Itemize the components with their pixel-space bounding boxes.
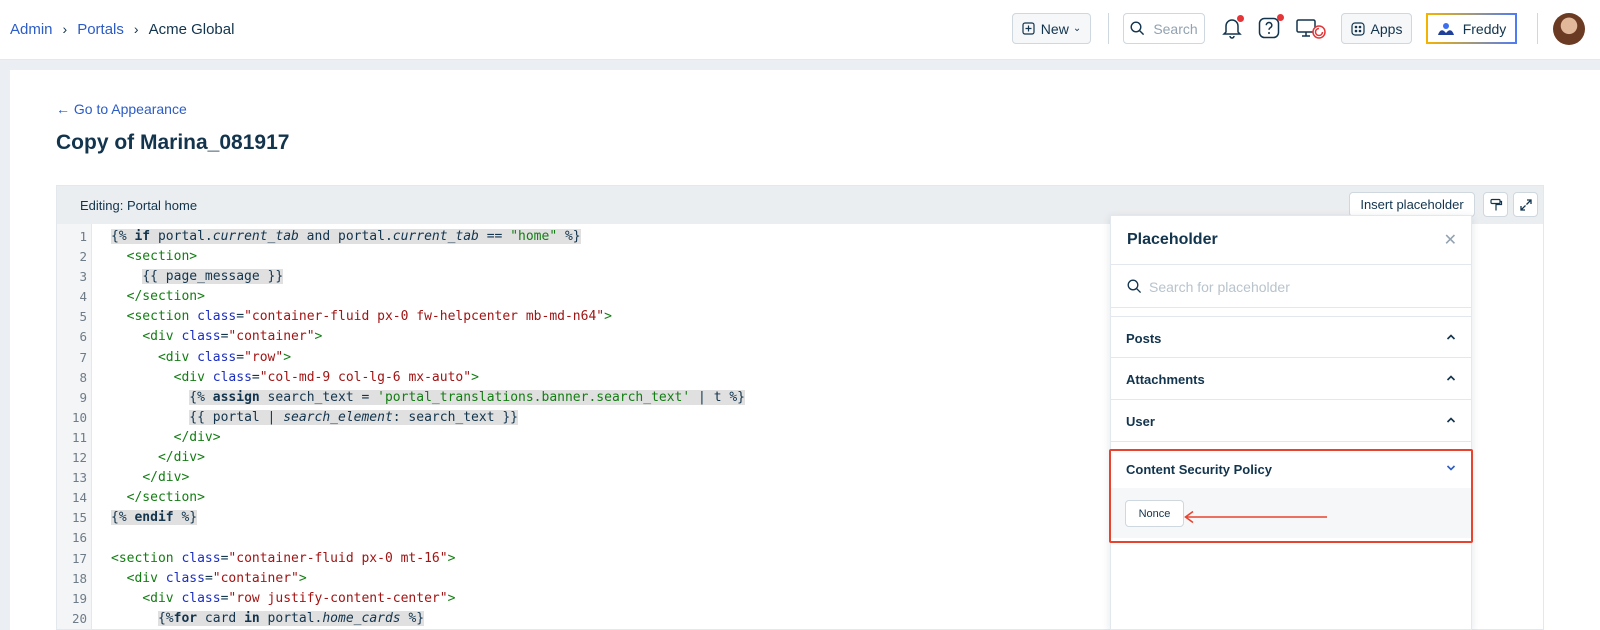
avatar[interactable] (1553, 13, 1585, 45)
section-label: Content Security Policy (1126, 462, 1272, 477)
line-number: 20 (71, 610, 87, 626)
page-title: Copy of Marina_081917 (56, 131, 290, 154)
divider (1537, 13, 1538, 44)
section-posts[interactable]: Posts (1111, 316, 1471, 358)
close-icon[interactable]: ✕ (1444, 230, 1457, 250)
search-placeholder: Search (1153, 20, 1198, 37)
expand-icon[interactable] (1513, 192, 1538, 217)
screen-status-icon[interactable] (1294, 14, 1328, 42)
line-number: 18 (71, 570, 87, 586)
line-number: 11 (71, 429, 87, 445)
section-label: Attachments (1126, 372, 1205, 387)
freddy-icon (1437, 22, 1454, 35)
apps-label: Apps (1370, 20, 1403, 37)
help-dot (1277, 14, 1284, 21)
line-number: 1 (79, 229, 87, 244)
plus-square-icon (1022, 22, 1035, 35)
paint-roller-icon[interactable] (1483, 192, 1508, 217)
line-number: 9 (79, 389, 87, 405)
line-number: 7 (79, 349, 87, 365)
placeholder-panel-title: Placeholder (1127, 231, 1218, 248)
line-number: 19 (71, 590, 87, 606)
line-number: 12 (71, 450, 87, 466)
arrow-left-icon (1184, 510, 1327, 524)
line-number: 13 (71, 470, 87, 486)
line-number: 14 (71, 490, 87, 506)
search-icon (1127, 279, 1142, 294)
divider (1108, 13, 1109, 44)
line-number: 3 (79, 269, 87, 285)
help-icon[interactable] (1255, 14, 1284, 42)
chevron-up-icon (1446, 334, 1456, 340)
global-search[interactable]: Search (1123, 13, 1205, 44)
line-number: 5 (79, 309, 87, 325)
freddy-label: Freddy (1462, 20, 1507, 37)
section-attachments[interactable]: Attachments (1111, 358, 1471, 400)
line-number: 4 (79, 289, 87, 305)
line-number: 6 (79, 329, 87, 345)
section-label: User (1126, 414, 1155, 429)
placeholder-search (1111, 264, 1471, 308)
chevron-up-icon (1446, 417, 1456, 423)
breadcrumb: Admin › Portals › Acme Global (10, 0, 234, 58)
placeholder-search-input[interactable] (1149, 273, 1449, 301)
chevron-right-icon: › (133, 21, 139, 37)
line-number: 17 (71, 550, 87, 566)
notification-dot (1237, 15, 1244, 22)
chevron-right-icon: › (62, 21, 68, 37)
freddy-button[interactable]: Freddy (1426, 13, 1517, 44)
section-user[interactable]: User (1111, 400, 1471, 442)
chevron-down-icon (1446, 465, 1456, 471)
breadcrumb-portals[interactable]: Portals (77, 21, 124, 38)
line-number: 15 (71, 510, 87, 526)
section-label: Posts (1126, 331, 1162, 346)
top-bar: Admin › Portals › Acme Global New ⌄ Sear… (0, 0, 1600, 60)
line-number: 10 (71, 409, 87, 425)
breadcrumb-admin[interactable]: Admin (10, 21, 53, 38)
breadcrumb-current: Acme Global (148, 20, 235, 38)
line-number: 8 (79, 369, 87, 385)
line-number: 16 (71, 530, 87, 546)
new-button[interactable]: New ⌄ (1012, 13, 1091, 44)
nonce-button[interactable]: Nonce (1125, 500, 1184, 527)
chevron-up-icon (1446, 375, 1456, 381)
placeholder-panel: Placeholder ✕ Posts Attachments User Con… (1110, 215, 1472, 630)
line-number: 2 (79, 249, 87, 265)
notifications-bell-icon[interactable] (1218, 14, 1246, 42)
apps-grid-icon (1350, 21, 1365, 36)
section-content-security-policy[interactable]: Content Security Policy (1111, 448, 1471, 488)
go-to-appearance-link[interactable]: ← Go to Appearance (56, 101, 187, 117)
chevron-down-icon: ⌄ (1072, 23, 1082, 34)
new-button-label: New (1040, 20, 1069, 37)
editor-title: Editing: Portal home (80, 198, 198, 213)
apps-button[interactable]: Apps (1341, 13, 1412, 44)
insert-placeholder-button[interactable]: Insert placeholder (1349, 192, 1475, 217)
search-icon (1130, 21, 1145, 36)
